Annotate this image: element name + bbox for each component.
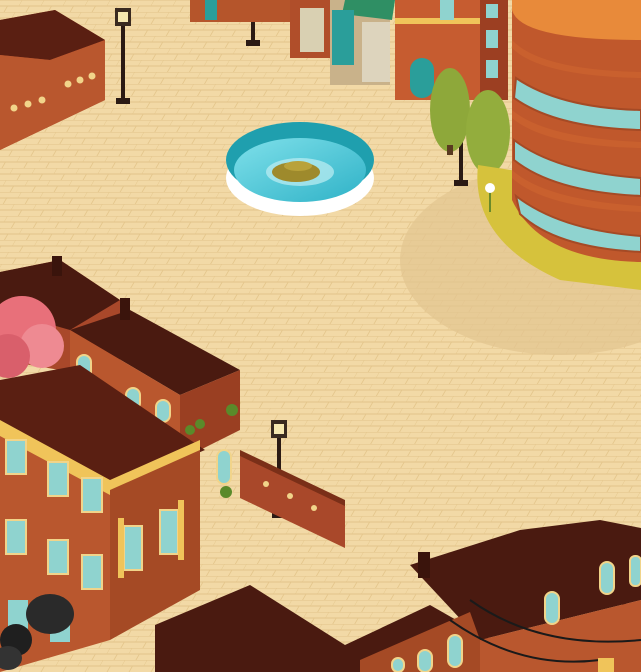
fountain-icon[interactable]: [226, 122, 374, 216]
game-scene[interactable]: [0, 0, 641, 672]
city-map[interactable]: [0, 0, 641, 672]
